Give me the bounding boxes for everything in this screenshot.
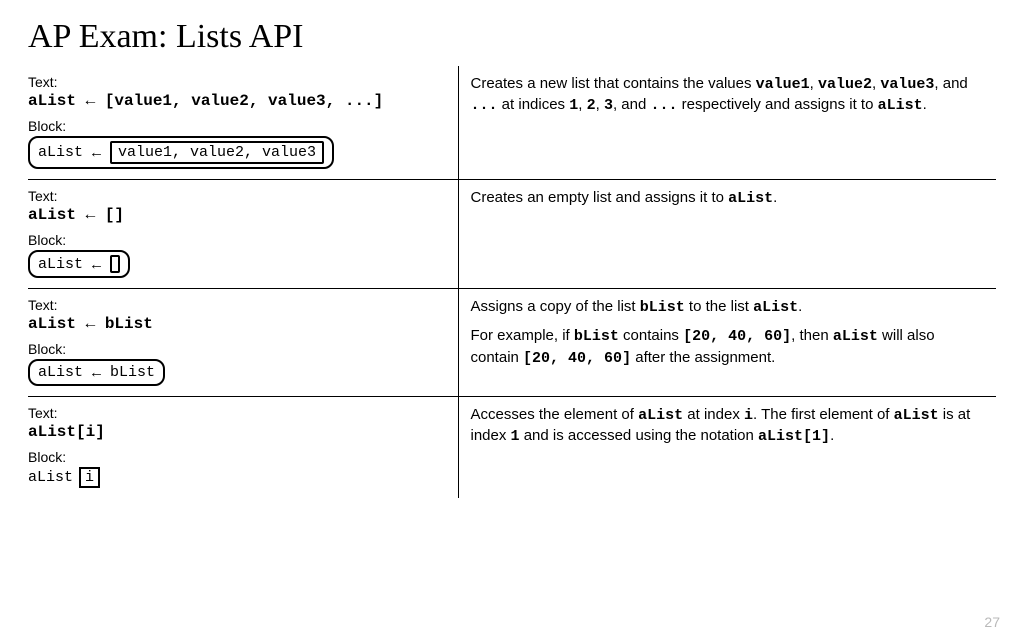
text-code: aList ← [] — [28, 206, 446, 224]
block-code: aList←bList — [28, 359, 446, 386]
empty-list-box — [110, 255, 120, 273]
text-label: Text: — [28, 74, 446, 90]
text-code: aList ← bList — [28, 315, 446, 333]
page-number: 27 — [984, 614, 1000, 630]
description-cell: Assigns a copy of the list bList to the … — [458, 289, 996, 397]
api-row: Text: aList ← bList Block: aList←bList Assig… — [28, 289, 996, 397]
api-table: Text: aList ← [value1, value2, value3, ..… — [28, 66, 996, 498]
api-row: Text: aList ← [value1, value2, value3, ..… — [28, 66, 996, 180]
block-code: aList←value1, value2, value3 — [28, 136, 446, 169]
block-code: aListi — [28, 467, 446, 488]
block-label: Block: — [28, 449, 446, 465]
syntax-cell: Text: aList ← bList Block: aList←bList — [28, 289, 458, 397]
block-label: Block: — [28, 341, 446, 357]
syntax-cell: Text: aList ← [value1, value2, value3, ..… — [28, 66, 458, 180]
text-code: aList ← [value1, value2, value3, ...] — [28, 92, 446, 110]
slide: AP Exam: Lists API Text: aList ← [value1,… — [0, 0, 1024, 640]
block-label: Block: — [28, 118, 446, 134]
block-pill: aList← — [28, 250, 130, 278]
syntax-cell: Text: aList ← [] Block: aList← — [28, 180, 458, 289]
arrow-icon: ← — [89, 256, 104, 273]
text-label: Text: — [28, 188, 446, 204]
values-box: value1, value2, value3 — [110, 141, 324, 164]
block-pill: aList←value1, value2, value3 — [28, 136, 334, 169]
page-title: AP Exam: Lists API — [28, 18, 996, 56]
description-text: Assigns a copy of the list bList to the … — [471, 297, 987, 318]
api-row: Text: aList[i] Block: aListi Accesses the el… — [28, 397, 996, 499]
index-box: i — [79, 467, 100, 488]
description-cell: Creates an empty list and assigns it to … — [458, 180, 996, 289]
block-pill: aList←bList — [28, 359, 165, 386]
text-label: Text: — [28, 405, 446, 421]
text-label: Text: — [28, 297, 446, 313]
description-cell: Creates a new list that contains the val… — [458, 66, 996, 180]
description-text: Creates an empty list and assigns it to … — [471, 188, 987, 209]
description-text: For example, if bList contains [20, 40, … — [471, 326, 987, 369]
arrow-icon: ← — [89, 144, 104, 161]
description-text: Creates a new list that contains the val… — [471, 74, 987, 117]
block-code: aList← — [28, 250, 446, 278]
syntax-cell: Text: aList[i] Block: aListi — [28, 397, 458, 499]
arrow-icon: ← — [89, 364, 104, 381]
text-code: aList[i] — [28, 423, 446, 441]
description-text: Accesses the element of aList at index i… — [471, 405, 987, 448]
api-row: Text: aList ← [] Block: aList← Creates an em… — [28, 180, 996, 289]
block-label: Block: — [28, 232, 446, 248]
description-cell: Accesses the element of aList at index i… — [458, 397, 996, 499]
